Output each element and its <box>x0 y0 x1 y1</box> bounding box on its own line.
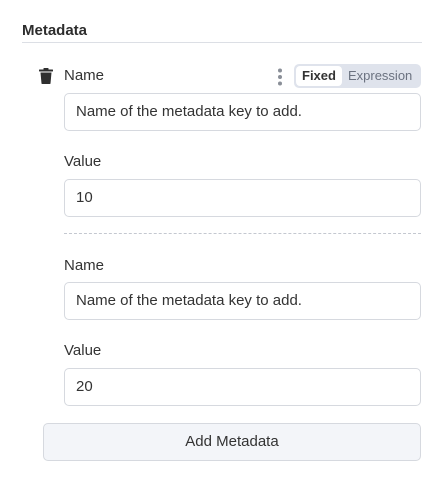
value-label: Value <box>64 153 102 170</box>
value-input[interactable]: 10 <box>64 179 421 217</box>
name-input[interactable]: Name of the metadata key to add. <box>64 93 421 131</box>
name-input[interactable]: Name of the metadata key to add. <box>64 282 421 320</box>
name-label: Name <box>64 257 105 274</box>
name-label: Name <box>64 67 105 84</box>
section-title: Metadata <box>22 22 88 39</box>
entry-divider <box>64 233 421 234</box>
fixed-expression-toggle: Fixed Expression <box>294 64 421 88</box>
section-divider <box>22 42 422 43</box>
add-metadata-button[interactable]: Add Metadata <box>43 423 421 461</box>
trash-icon[interactable] <box>39 68 53 84</box>
expression-option[interactable]: Expression <box>342 66 418 86</box>
kebab-menu-icon[interactable] <box>276 67 284 87</box>
value-label: Value <box>64 342 102 359</box>
fixed-option[interactable]: Fixed <box>296 66 342 86</box>
value-input[interactable]: 20 <box>64 368 421 406</box>
